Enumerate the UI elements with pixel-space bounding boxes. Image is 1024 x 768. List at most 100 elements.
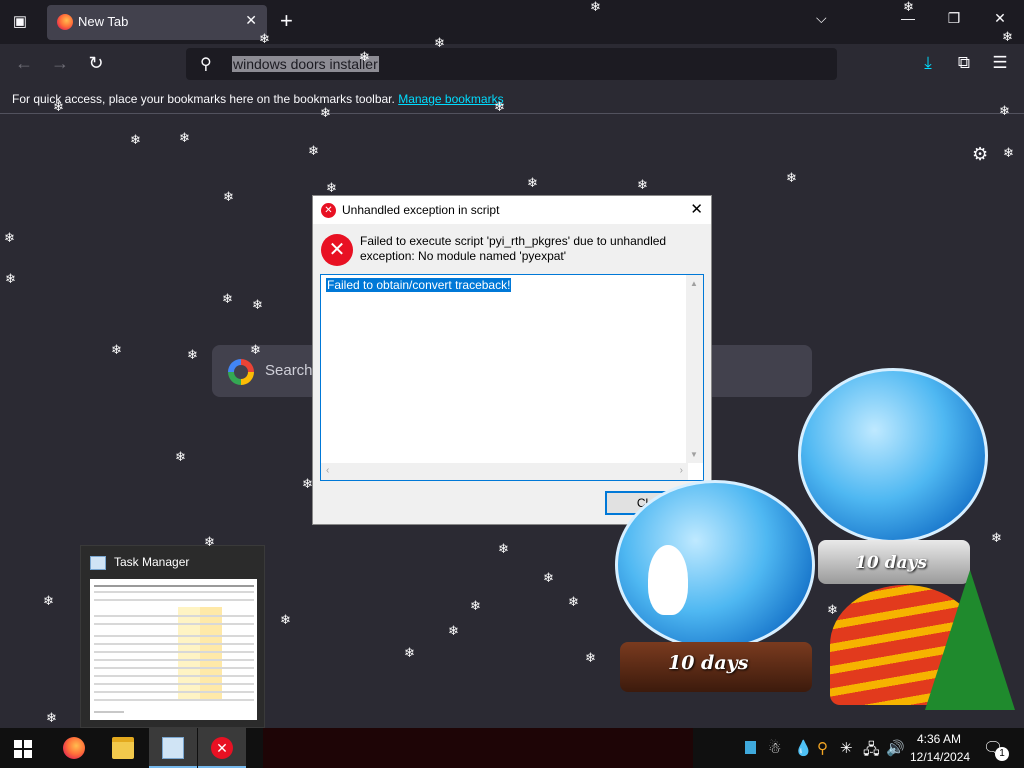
windows-start-button[interactable] [14,740,32,758]
tray-sparkle-icon[interactable]: ✳ [840,739,853,757]
tray-drop-icon[interactable]: 💧 [794,739,813,757]
horizontal-scrollbar[interactable]: ‹ › [321,463,688,480]
thumbnail-row [94,651,254,653]
bookmarks-hint: For quick access, place your bookmarks h… [12,92,504,106]
volume-icon[interactable]: 🔊 [886,739,905,757]
clock-time[interactable]: 4:36 AM [917,732,961,746]
extensions-icon[interactable]: ⧉ [953,53,975,73]
snowflake: ❄ [1002,29,1013,44]
vertical-scrollbar[interactable]: ▲ ▼ [686,275,703,463]
task-manager-title: Task Manager [114,555,190,569]
taskbar-task-manager[interactable] [149,728,197,768]
thumbnail-row [94,635,254,637]
dialog-close-icon[interactable]: ✕ [690,200,703,218]
google-icon [228,359,254,385]
tab-close-icon[interactable]: ✕ [245,12,257,29]
snowflake: ❄ [187,347,198,362]
snowflake: ❄ [991,530,1002,545]
tray-app-icon[interactable] [745,741,756,754]
gear-icon[interactable]: ⚙ [972,144,988,165]
task-manager-thumbnail [90,579,257,720]
browser-titlebar: ▣ New Tab ✕ + ⌵ — ❐ ✕ [0,0,1024,44]
url-bar[interactable]: ⚲ windows doors installer [186,48,837,80]
snow-globe-left-label: 10 days [668,652,749,674]
snowflake: ❄ [404,645,415,660]
snowflake: ❄ [280,612,291,627]
hamburger-menu-icon[interactable]: ☰ [989,53,1011,73]
back-arrow-icon[interactable]: ← [13,53,35,74]
snowflake: ❄ [1003,145,1014,160]
start-tile [14,740,22,748]
thumbnail-row [94,585,254,587]
tab-list-icon[interactable]: ▣ [8,10,32,34]
navigation-toolbar: ← → ↻ ⚲ windows doors installer ⤓ ⧉ ☰ [0,44,1024,86]
scroll-right-icon[interactable]: › [680,465,683,476]
snowflake: ❄ [250,342,261,357]
download-icon[interactable]: ⤓ [917,53,939,73]
snowflake: ❄ [320,105,331,120]
window-close-button[interactable]: ✕ [990,10,1010,27]
network-icon[interactable]: 🖧 [863,739,880,764]
firefox-icon [57,14,73,30]
clock-date[interactable]: 12/14/2024 [910,750,970,764]
tray-search-icon[interactable]: ⚲ [817,739,828,757]
tab-title: New Tab [78,14,129,29]
snowflake: ❄ [53,99,64,114]
tray-snowman-icon[interactable]: ☃ [768,739,781,757]
snowflake: ❄ [498,541,509,556]
snowflake: ❄ [494,99,505,114]
taskbar-firefox[interactable] [50,728,98,768]
snowflake: ❄ [999,103,1010,118]
thumbnail-row [94,711,124,713]
snowflake: ❄ [175,449,186,464]
error-icon: ✕ [321,234,353,266]
error-dialog: ✕ Unhandled exception in script ✕ ✕ Fail… [312,195,712,525]
task-manager-preview[interactable]: Task Manager [80,545,265,728]
thumbnail-row [94,683,254,685]
error-icon: ✕ [211,737,233,759]
manage-bookmarks-link[interactable]: Manage bookmarks [398,92,503,106]
scroll-up-icon[interactable]: ▲ [690,279,698,288]
taskbar-file-explorer[interactable] [99,728,147,768]
snowflake: ❄ [470,598,481,613]
new-tab-button[interactable]: + [280,9,293,33]
snowflake: ❄ [590,0,601,14]
snowflake: ❄ [179,130,190,145]
traceback-textarea[interactable]: Failed to obtain/convert traceback! ▲ ▼ … [320,274,704,481]
start-tile [14,750,22,758]
url-input[interactable]: windows doors installer [232,56,379,72]
tab-new-tab[interactable]: New Tab ✕ [47,5,267,40]
snowflake: ❄ [786,170,797,185]
scroll-left-icon[interactable]: ‹ [326,465,329,476]
snowflake: ❄ [585,650,596,665]
snowflake: ❄ [434,35,445,50]
snowflake: ❄ [326,180,337,195]
snowflake: ❄ [111,342,122,357]
snowflake: ❄ [637,177,648,192]
newtab-search-placeholder: Search [265,362,313,379]
christmas-tree [925,570,1015,710]
reload-icon[interactable]: ↻ [85,53,107,74]
thumbnail-row [94,659,254,661]
snowflake: ❄ [568,594,579,609]
thumbnail-row [94,691,254,693]
notification-badge: 1 [995,747,1009,761]
restore-button[interactable]: ❐ [944,10,964,27]
taskbar-error-dialog[interactable]: ✕ [198,728,246,768]
snowflake: ❄ [5,271,16,286]
snowflake: ❄ [302,476,313,491]
task-manager-icon [162,737,184,759]
thumbnail-row [94,615,254,617]
snowflake: ❄ [223,189,234,204]
thumbnail-row [94,591,254,593]
forward-arrow-icon[interactable]: → [49,53,71,74]
snowflake: ❄ [252,297,263,312]
scroll-down-icon[interactable]: ▼ [690,450,698,459]
thumbnail-row [94,643,254,645]
thumbnail-row [94,623,254,625]
start-tile [24,750,32,758]
dialog-message: Failed to execute script 'pyi_rth_pkgres… [360,234,667,263]
chevron-down-icon[interactable]: ⌵ [816,10,827,27]
dialog-titlebar: ✕ Unhandled exception in script ✕ [313,196,711,224]
snowflake: ❄ [308,143,319,158]
